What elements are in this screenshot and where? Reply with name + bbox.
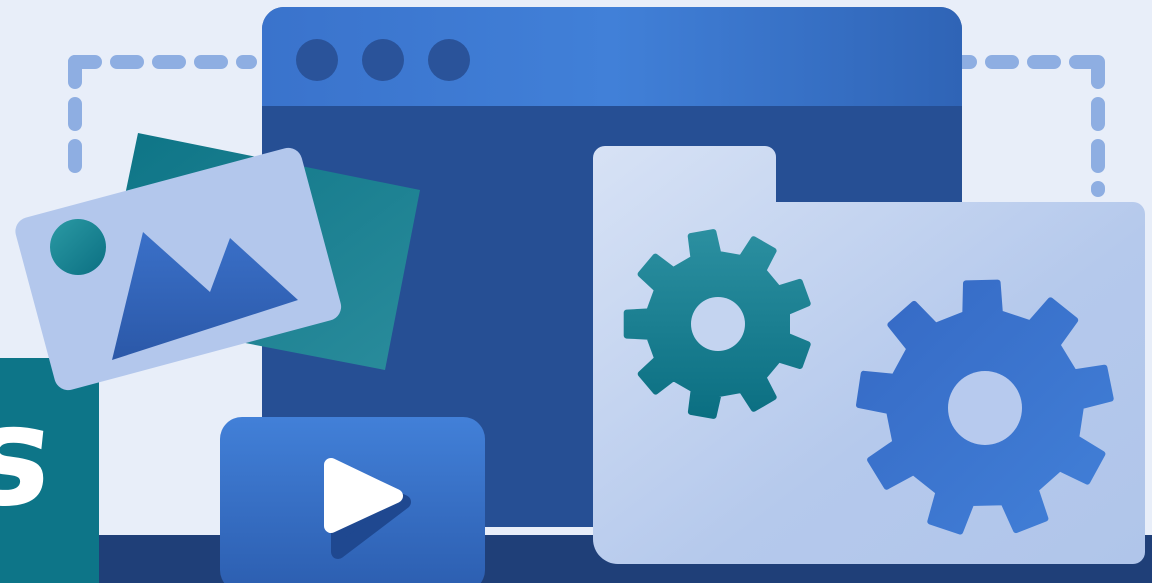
- window-dot-icon: [296, 39, 338, 81]
- gear-hole: [691, 297, 745, 351]
- window-dot-icon: [362, 39, 404, 81]
- play-button-icon: [220, 417, 485, 583]
- illustration-scene: s: [0, 0, 1152, 583]
- window-dot-icon: [428, 39, 470, 81]
- illustration-art: [0, 7, 1152, 583]
- gear-hole: [948, 371, 1022, 445]
